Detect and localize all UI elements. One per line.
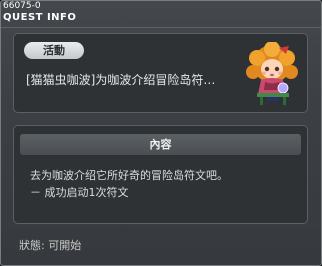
quest-summary-panel: 活動 [猫猫虫咖波]为咖波介绍冒险岛符… [13,33,308,113]
category-badge: 活動 [24,42,84,59]
content-header: 內容 [20,134,301,155]
title-bar[interactable]: QUEST INFO [1,10,321,28]
quest-task: － 成功启动1次符文 [30,186,129,199]
title-divider [1,27,321,28]
quest-name: [猫猫虫咖波]为咖波介绍冒险岛符… [26,73,216,87]
quest-description: 去为咖波介绍它所好奇的冒险岛符文吧。 [30,169,228,182]
window-title: QUEST INFO [3,12,77,23]
quest-content-panel: 內容 去为咖波介绍它所好奇的冒险岛符文吧。 － 成功启动1次符文 [13,125,308,224]
npc-portrait-icon [239,41,305,108]
quest-status: 狀態: 可開始 [19,239,82,252]
quest-info-window: 66075-0 QUEST INFO 活動 [猫猫虫咖波]为咖波介绍冒险岛符… [0,0,322,266]
